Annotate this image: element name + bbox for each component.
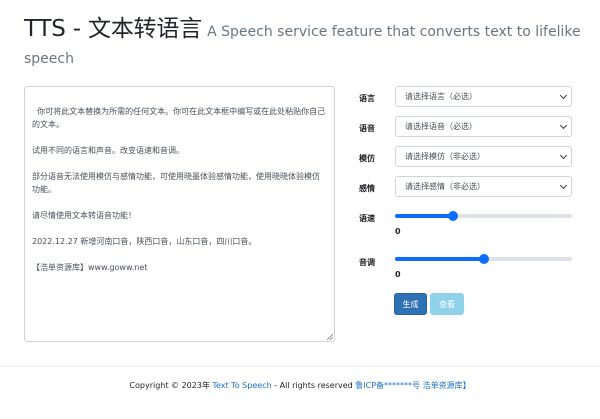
voice-select-value: 请选择语音（必选）	[405, 122, 477, 131]
page-title: TTS - 文本转语言 A Speech service feature tha…	[24, 16, 584, 72]
chevron-down-icon	[559, 91, 568, 100]
footer-copyright: Copyright © 2023年	[129, 381, 213, 390]
rate-slider-thumb[interactable]	[448, 211, 459, 221]
rate-label: 语速	[359, 214, 375, 223]
voice-select[interactable]: 请选择语音（必选）	[395, 116, 572, 137]
imitate-label: 模仿	[359, 154, 375, 163]
voice-label: 语音	[359, 124, 375, 133]
resize-handle-icon[interactable]	[327, 334, 333, 340]
language-label: 语言	[359, 94, 375, 103]
view-button[interactable]: 查看	[430, 293, 464, 315]
imitate-select[interactable]: 请选择模仿（非必选）	[395, 146, 572, 167]
language-select-value: 请选择语言（必选）	[405, 92, 477, 101]
pitch-value: 0	[395, 270, 401, 279]
language-select[interactable]: 请选择语言（必选）	[395, 86, 572, 107]
chevron-down-icon	[559, 121, 568, 130]
imitate-select-value: 请选择模仿（非必选）	[405, 152, 485, 161]
footer-divider	[0, 366, 600, 367]
chevron-down-icon	[559, 151, 568, 160]
pitch-slider[interactable]	[395, 254, 572, 264]
text-input[interactable]: 你可将此文本替换为所需的任何文本。你可在此文本框中编写或在此处粘贴你自己的文本。…	[24, 86, 335, 342]
footer: Copyright © 2023年 Text To Speech - All r…	[0, 380, 600, 391]
emotion-select[interactable]: 请选择感情（非必选）	[395, 176, 572, 197]
emotion-select-value: 请选择感情（非必选）	[405, 182, 485, 191]
text-input-content: 你可将此文本替换为所需的任何文本。你可在此文本框中编写或在此处粘贴你自己的文本。…	[32, 107, 326, 272]
footer-app-link[interactable]: Text To Speech	[212, 381, 271, 390]
chevron-down-icon	[559, 181, 568, 190]
footer-icp-link[interactable]: 鲁ICP备*******号 浩单资源库】	[355, 381, 470, 390]
pitch-slider-thumb[interactable]	[478, 254, 489, 264]
generate-button[interactable]: 生成	[394, 293, 427, 315]
pitch-label: 音调	[359, 258, 375, 267]
app-title: TTS - 文本转语言	[24, 16, 203, 42]
rate-slider[interactable]	[395, 211, 572, 221]
footer-rights: - All rights reserved	[271, 381, 356, 390]
pitch-slider-fill	[395, 257, 484, 261]
rate-value: 0	[395, 227, 401, 236]
rate-slider-fill	[395, 214, 454, 218]
emotion-label: 感情	[359, 184, 375, 193]
